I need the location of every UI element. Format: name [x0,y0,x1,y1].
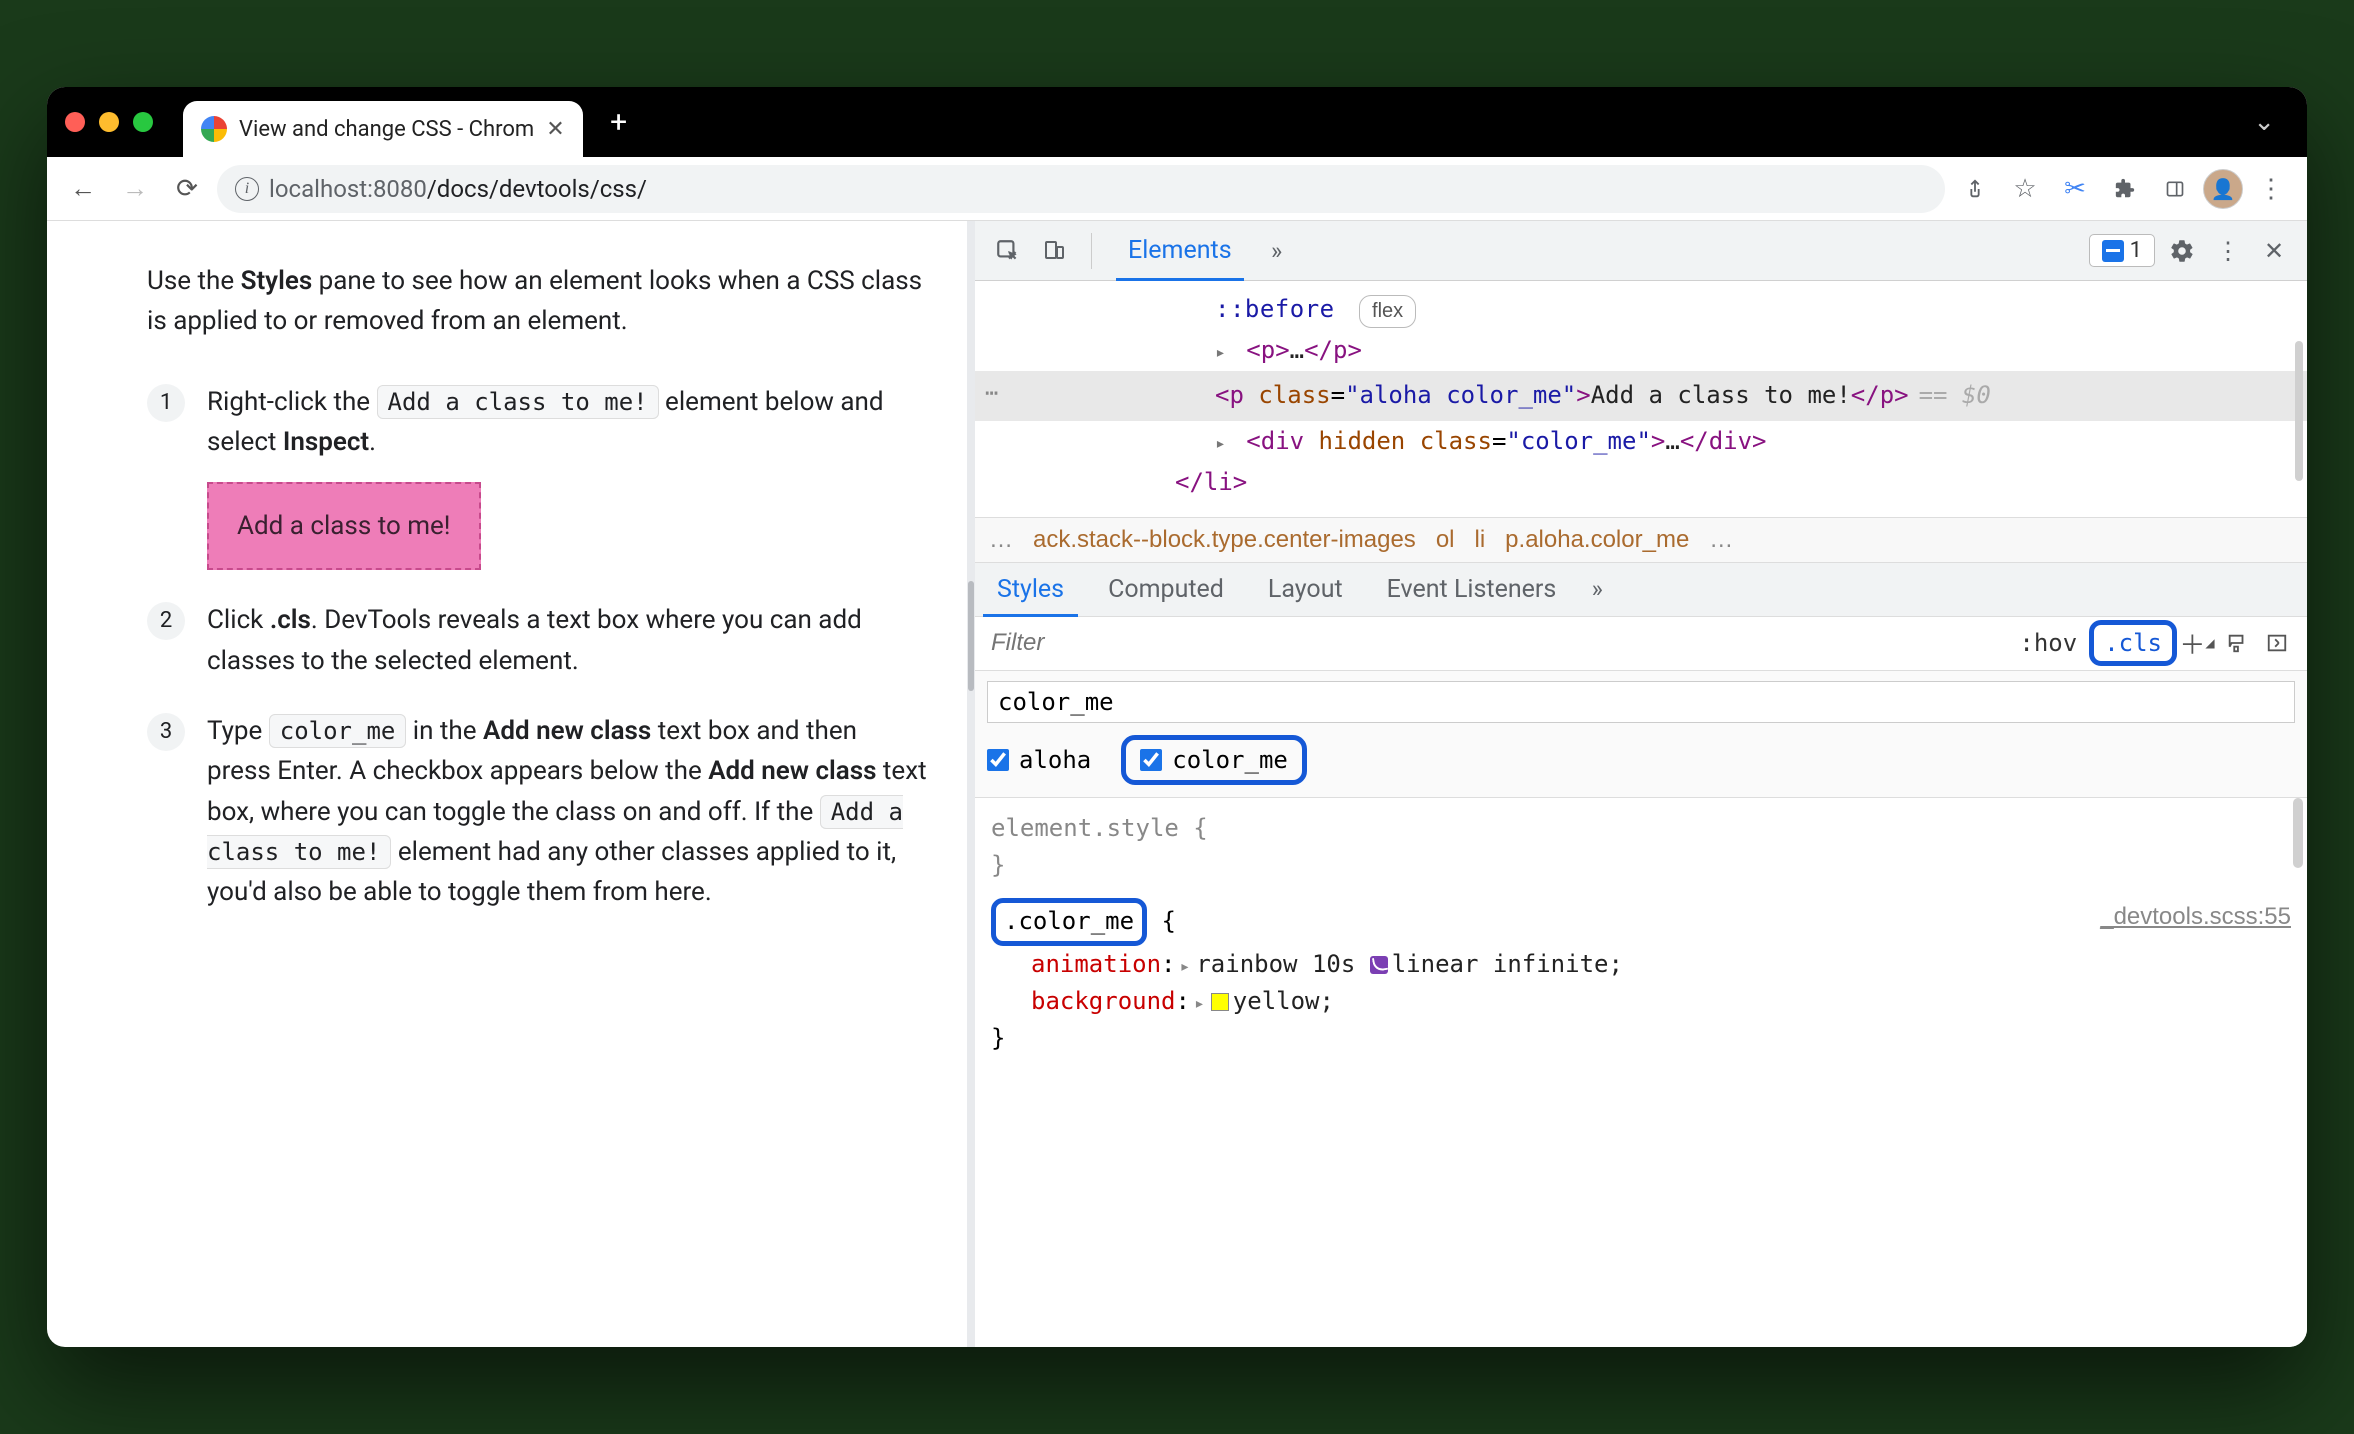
cls-toggle[interactable]: .cls [2089,620,2177,666]
bookmark-icon[interactable]: ☆ [2003,167,2047,211]
color-swatch-icon[interactable] [1211,993,1229,1011]
selector-color-me[interactable]: .color_me [991,898,1147,945]
class-checkbox-aloha[interactable]: aloha [987,746,1091,774]
code-snippet: Add a class to me! [377,385,659,419]
devtools-menu-icon[interactable]: ⋮ [2209,232,2247,270]
close-window-button[interactable] [65,112,85,132]
reload-button[interactable]: ⟳ [165,167,209,211]
back-button[interactable]: ← [61,167,105,211]
step-1: Right-click the Add a class to me! eleme… [147,382,927,571]
page-content: Use the Styles pane to see how an elemen… [47,221,967,1347]
more-subtabs-icon[interactable]: » [1578,570,1616,608]
checkbox-icon[interactable] [1140,749,1162,771]
computed-toggle-icon[interactable] [2257,623,2297,663]
add-class-input[interactable] [987,681,2295,723]
paint-brush-icon[interactable] [2217,623,2257,663]
dom-tree[interactable]: ⋯ ::before flex <p>…</p> <p class="aloha… [975,281,2307,517]
browser-tab[interactable]: View and change CSS - Chrom ✕ [183,101,583,157]
chrome-favicon-icon [201,116,227,142]
share-icon[interactable] [1953,167,1997,211]
css-rules[interactable]: element.style { } .color_me { _devtools.… [975,798,2307,1347]
devtools-panel: Elements » 1 ⋮ ✕ ⋯ ::before flex [975,221,2307,1347]
maximize-window-button[interactable] [133,112,153,132]
flex-badge[interactable]: flex [1359,295,1416,328]
profile-avatar[interactable]: 👤 [2203,169,2243,209]
step-3: Type color_me in the Add new class text … [147,711,927,912]
url-port: :8080 [367,175,427,203]
inspect-element-icon[interactable] [989,232,1027,270]
browser-toolbar: ← → ⟳ i localhost:8080/docs/devtools/css… [47,157,2307,221]
code-snippet: color_me [269,714,407,748]
browser-window: View and change CSS - Chrom ✕ + ⌄ ← → ⟳ … [47,87,2307,1347]
minimize-window-button[interactable] [99,112,119,132]
dom-breadcrumb[interactable]: … ack.stack--block.type.center-images ol… [975,517,2307,563]
new-style-rule-icon[interactable]: ＋◢ [2177,623,2217,663]
url-host: localhost [269,175,367,203]
address-bar[interactable]: i localhost:8080/docs/devtools/css/ [217,165,1945,213]
demo-element[interactable]: Add a class to me! [207,482,481,570]
close-tab-icon[interactable]: ✕ [546,117,564,142]
crumb-selected[interactable]: p.aloha.color_me [1505,526,1689,554]
tab-title: View and change CSS - Chrom [239,117,534,142]
device-toggle-icon[interactable] [1035,232,1073,270]
intro-paragraph: Use the Styles pane to see how an elemen… [147,261,927,342]
class-checkbox-color-me[interactable]: color_me [1121,735,1307,785]
styles-filter-row: :hov .cls ＋◢ [975,617,2307,671]
more-tabs-icon[interactable]: » [1258,232,1296,270]
step-2: Click .cls. DevTools reveals a text box … [147,600,927,681]
issue-icon [2102,240,2124,262]
crumb[interactable]: li [1475,526,1486,554]
styles-filter-input[interactable] [975,629,2007,657]
tab-elements[interactable]: Elements [1110,222,1250,279]
hov-toggle[interactable]: :hov [2007,623,2089,663]
tab-computed[interactable]: Computed [1086,563,1246,616]
easing-swatch-icon[interactable] [1370,956,1388,974]
scrollbar-thumb[interactable] [2293,798,2303,868]
new-tab-button[interactable]: + [597,100,641,144]
devtools-tabs: Elements » 1 ⋮ ✕ [975,221,2307,281]
titlebar: View and change CSS - Chrom ✕ + ⌄ [47,87,2307,157]
tab-layout[interactable]: Layout [1246,563,1365,616]
content-area: Use the Styles pane to see how an elemen… [47,221,2307,1347]
issues-badge[interactable]: 1 [2089,234,2155,267]
crumb[interactable]: ol [1436,526,1455,554]
checkbox-icon[interactable] [987,749,1009,771]
url-path: /docs/devtools/css/ [427,175,647,203]
styles-subtabs: Styles Computed Layout Event Listeners » [975,563,2307,617]
class-panel: aloha color_me [975,671,2307,798]
site-info-icon[interactable]: i [235,177,259,201]
browser-menu-icon[interactable]: ⋮ [2249,167,2293,211]
close-devtools-icon[interactable]: ✕ [2255,232,2293,270]
scrollbar-thumb[interactable] [2295,341,2303,481]
scissors-icon[interactable]: ✂ [2053,167,2097,211]
crumb[interactable]: ack.stack--block.type.center-images [1033,526,1416,554]
tab-overflow-icon[interactable]: ⌄ [2239,107,2289,137]
selected-dom-node[interactable]: <p class="aloha color_me">Add a class to… [975,371,2307,420]
side-panel-icon[interactable] [2153,167,2197,211]
tab-styles[interactable]: Styles [975,563,1086,616]
overflow-ellipsis-icon[interactable]: ⋯ [985,377,998,411]
extensions-icon[interactable] [2103,167,2147,211]
settings-gear-icon[interactable] [2163,232,2201,270]
tab-event-listeners[interactable]: Event Listeners [1365,563,1579,616]
pane-splitter[interactable] [967,221,975,1347]
window-controls [65,112,153,132]
issues-count: 1 [2130,238,2142,263]
source-link[interactable]: _devtools.scss:55 [2100,898,2291,935]
dom-pseudo: ::before [1215,295,1335,323]
forward-button[interactable]: → [113,167,157,211]
